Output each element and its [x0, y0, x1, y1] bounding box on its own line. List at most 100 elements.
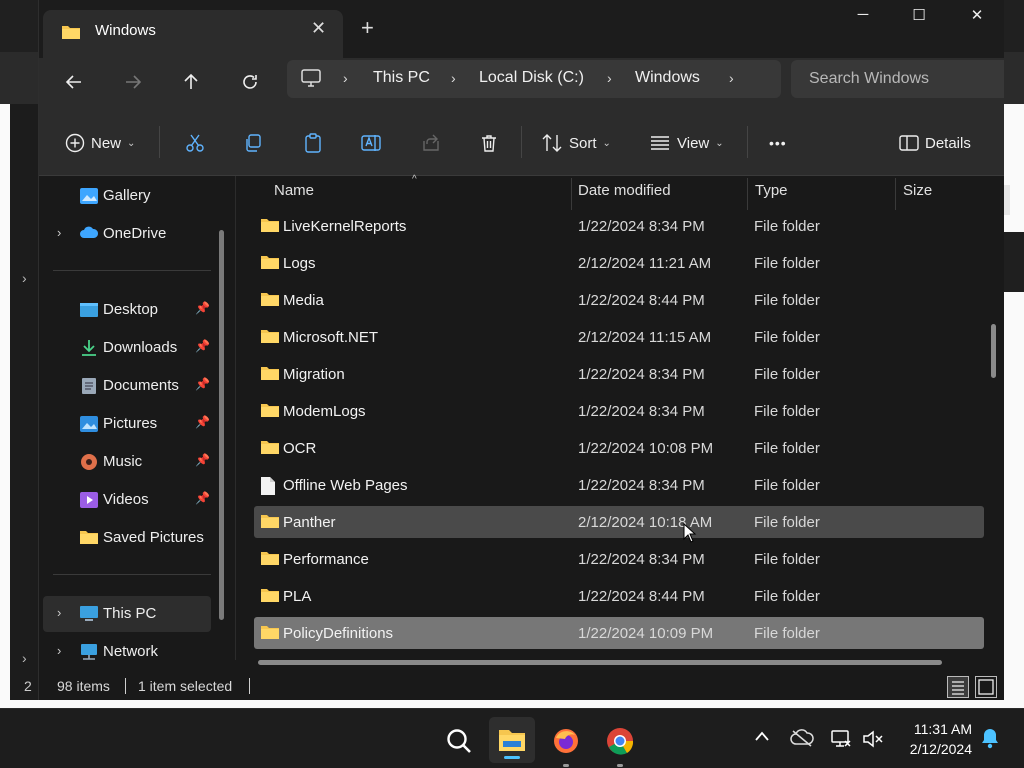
refresh-button[interactable] — [233, 66, 267, 98]
sidebar-item-saved-pictures[interactable]: Saved Pictures — [43, 520, 211, 556]
taskbar-search-button[interactable] — [441, 723, 477, 759]
system-clock[interactable]: 11:31 AM 2/12/2024 — [896, 719, 972, 759]
file-row[interactable]: PLA 1/22/2024 8:44 PM File folder — [254, 580, 984, 612]
taskbar-chrome-button[interactable] — [602, 723, 638, 767]
sidebar-item-this-pc[interactable]: › This PC — [43, 596, 211, 632]
file-type: File folder — [754, 218, 820, 235]
sidebar-item-music[interactable]: Music 📌 — [43, 444, 211, 480]
file-row[interactable]: OCR 1/22/2024 10:08 PM File folder — [254, 432, 984, 464]
file-row[interactable]: Microsoft.NET 2/12/2024 11:15 AM File fold… — [254, 321, 984, 353]
sidebar-item-desktop[interactable]: Desktop 📌 — [43, 292, 211, 328]
column-divider[interactable] — [571, 178, 572, 210]
breadcrumb-windows[interactable]: Windows — [635, 69, 700, 87]
view-label: View — [677, 134, 710, 152]
mouse-cursor-icon — [683, 523, 697, 543]
horizontal-scrollbar[interactable] — [258, 660, 942, 665]
chevron-right-icon[interactable]: › — [57, 605, 61, 620]
up-button[interactable] — [174, 66, 208, 98]
volume-muted-icon[interactable] — [862, 729, 884, 753]
sidebar-scrollbar[interactable] — [219, 230, 224, 620]
chevron-right-icon[interactable]: › — [57, 643, 61, 658]
pin-icon: 📌 — [195, 377, 210, 391]
more-button[interactable]: ••• — [769, 130, 787, 156]
new-label: New — [91, 134, 122, 152]
pin-icon: 📌 — [195, 301, 210, 315]
copy-button[interactable] — [243, 130, 263, 156]
column-header-size[interactable]: Size — [903, 182, 932, 199]
address-bar[interactable]: › This PC › Local Disk (C:) › Windows › — [287, 60, 781, 98]
forward-button[interactable] — [116, 66, 150, 98]
sort-icon — [542, 134, 562, 152]
notification-bell-icon[interactable] — [980, 727, 1000, 753]
file-row[interactable]: PolicyDefinitions 1/22/2024 10:09 PM File … — [254, 617, 984, 649]
file-row[interactable]: Performance 1/22/2024 8:34 PM File folder — [254, 543, 984, 575]
file-row[interactable]: Media 1/22/2024 8:44 PM File folder — [254, 284, 984, 316]
close-window-button[interactable]: ✕ — [957, 6, 997, 32]
sidebar-item-pictures[interactable]: Pictures 📌 — [43, 406, 211, 442]
file-row[interactable]: Offline Web Pages 1/22/2024 8:34 PM File f… — [254, 469, 984, 501]
folder-icon — [260, 291, 280, 312]
tiles-view-button[interactable] — [975, 676, 997, 698]
cut-button[interactable] — [185, 130, 205, 156]
delete-button[interactable] — [479, 130, 499, 156]
tab-windows[interactable]: Windows ✕ — [43, 10, 343, 58]
maximize-button[interactable]: ☐ — [899, 6, 939, 32]
details-view-button[interactable] — [947, 676, 969, 698]
divider — [159, 126, 160, 158]
chevron-right-icon[interactable]: › — [607, 70, 612, 86]
chevron-right-icon[interactable]: › — [57, 225, 61, 240]
file-row[interactable]: Migration 1/22/2024 8:34 PM File folder — [254, 358, 984, 390]
running-indicator — [563, 764, 569, 767]
column-divider[interactable] — [895, 178, 896, 210]
sidebar-item-documents[interactable]: Documents 📌 — [43, 368, 211, 404]
rename-button[interactable] — [361, 130, 383, 156]
sort-button[interactable]: Sort ⌄ — [541, 130, 611, 156]
sidebar-item-onedrive[interactable]: › OneDrive — [43, 216, 211, 252]
chevron-right-icon[interactable]: › — [729, 70, 734, 86]
download-icon — [79, 339, 99, 357]
minimize-button[interactable]: ─ — [843, 6, 883, 32]
status-bar: 98 items 1 item selected — [39, 670, 1004, 700]
sidebar-item-downloads[interactable]: Downloads 📌 — [43, 330, 211, 366]
sidebar-item-label: Pictures — [103, 415, 158, 432]
folder-icon — [260, 587, 280, 608]
search-input[interactable]: Search Windows — [791, 60, 1004, 98]
taskbar-firefox-button[interactable] — [548, 723, 584, 767]
file-row[interactable]: ModemLogs 1/22/2024 8:34 PM File folder — [254, 395, 984, 427]
new-button[interactable]: New ⌄ — [65, 130, 135, 156]
file-type: File folder — [754, 255, 820, 272]
new-tab-button[interactable]: + — [361, 16, 374, 40]
onedrive-offline-icon[interactable] — [790, 729, 814, 751]
chevron-right-icon: › — [22, 650, 27, 666]
clock-time: 11:31 AM — [913, 721, 972, 737]
share-button[interactable] — [421, 130, 441, 156]
details-button[interactable]: Details — [899, 130, 971, 156]
paste-button[interactable] — [303, 130, 323, 156]
sidebar-item-network[interactable]: › Network — [43, 634, 211, 670]
network-status-icon[interactable] — [830, 729, 852, 753]
column-header-date[interactable]: Date modified — [578, 182, 671, 199]
column-divider[interactable] — [747, 178, 748, 210]
column-header-type[interactable]: Type — [755, 182, 788, 199]
close-tab-icon[interactable]: ✕ — [311, 18, 326, 39]
active-indicator — [504, 756, 520, 759]
view-button[interactable]: View ⌄ — [649, 130, 724, 156]
column-header-name[interactable]: Name — [274, 182, 314, 199]
taskbar-file-explorer-button[interactable] — [489, 717, 535, 763]
file-date-modified: 1/22/2024 8:44 PM — [578, 588, 705, 605]
file-date-modified: 1/22/2024 8:34 PM — [578, 218, 705, 235]
chevron-down-icon: ⌄ — [127, 137, 136, 149]
file-row[interactable]: Panther 2/12/2024 10:18 AM File folder — [254, 506, 984, 538]
breadcrumb-this-pc[interactable]: This PC — [373, 69, 430, 87]
sidebar-item-gallery[interactable]: Gallery — [43, 178, 211, 214]
file-row[interactable]: LiveKernelReports 1/22/2024 8:34 PM File f… — [254, 210, 984, 242]
chevron-right-icon[interactable]: › — [451, 70, 456, 86]
chevron-up-icon[interactable] — [754, 729, 770, 746]
sidebar-item-videos[interactable]: Videos 📌 — [43, 482, 211, 518]
back-button[interactable] — [57, 66, 91, 98]
file-type: File folder — [754, 514, 820, 531]
refresh-icon — [243, 75, 257, 89]
breadcrumb-local-disk[interactable]: Local Disk (C:) — [479, 69, 584, 87]
vertical-scrollbar[interactable] — [991, 324, 996, 378]
file-row[interactable]: Logs 2/12/2024 11:21 AM File folder — [254, 247, 984, 279]
